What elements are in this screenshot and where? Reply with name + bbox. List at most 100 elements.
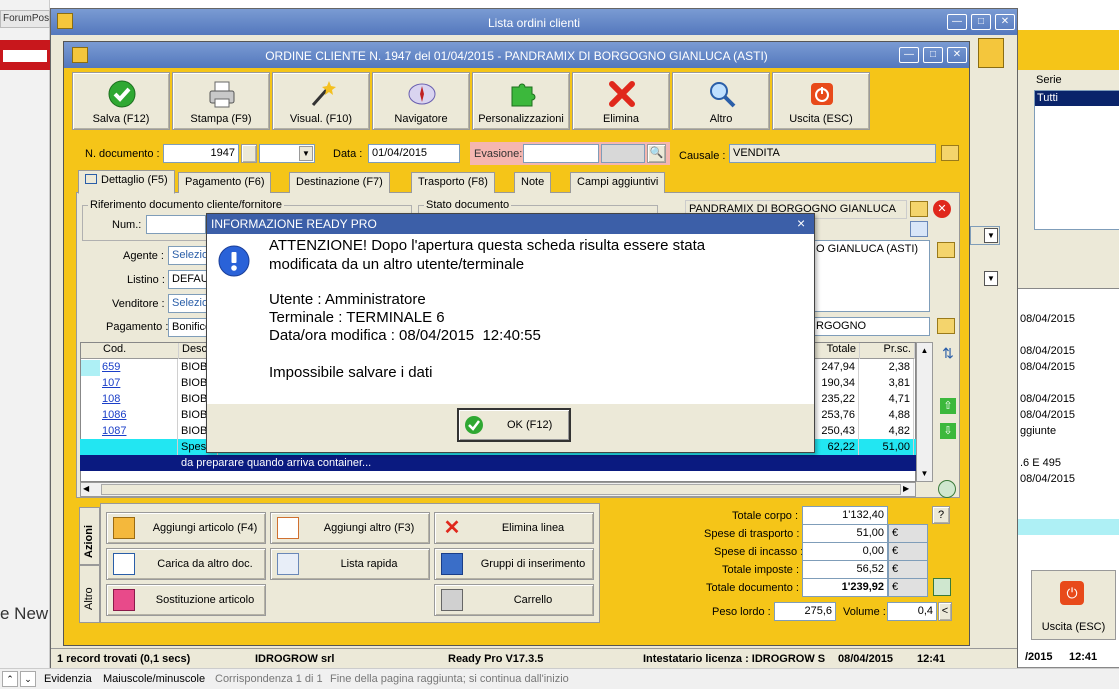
cell-prsc: 51,00 [859,439,914,455]
close-button[interactable]: ✕ [947,47,967,63]
side-tab-azioni[interactable]: Azioni [79,507,100,565]
clear-icon[interactable]: ✕ [933,200,951,218]
find-next-button[interactable]: ⌄ [20,671,36,687]
users-icon[interactable] [978,38,1004,68]
currency-cell: € [888,524,928,543]
evasione-field[interactable] [523,144,599,163]
preview-button[interactable]: Visual. (F10) [272,72,370,130]
customer-address-field[interactable]: O GIANLUCA (ASTI) [812,240,930,312]
cart-button[interactable]: Carrello [434,584,594,616]
listino-field[interactable]: DEFAU [168,270,208,289]
cell-cod[interactable]: 108 [99,391,178,407]
cell-cod[interactable]: 107 [99,375,178,391]
total-value: 1'132,40 [802,506,888,525]
header-prsc[interactable]: Pr.sc. [860,343,915,359]
delete-button[interactable]: Elimina [572,72,670,130]
navigator-label: Navigatore [394,113,448,125]
folder-icon[interactable] [937,242,955,258]
venditore-field[interactable]: Selezio [168,294,208,313]
tab-campi-aggiuntivi[interactable]: Campi aggiuntivi [570,172,666,193]
insert-groups-button[interactable]: Gruppi di inserimento [434,548,594,580]
header-cod[interactable]: Cod. [100,343,179,359]
side-tab-altro[interactable]: Altro [79,565,100,623]
find-match-case[interactable]: Maiuscole/minuscole [103,673,205,685]
n-documento-field[interactable]: 1947 [163,144,239,163]
evasione-field-2[interactable] [601,144,645,163]
folder-icon[interactable] [937,318,955,334]
find-highlight[interactable]: Evidenzia [44,673,92,685]
person-icon[interactable] [910,221,928,237]
evasione-search-icon[interactable]: 🔍 [647,144,666,163]
refresh-icon[interactable] [938,480,956,498]
arrow-down-icon[interactable]: ⇩ [940,423,956,439]
background-exit-button[interactable]: ⏻ Uscita (ESC) [1031,570,1116,640]
minimize-button[interactable]: — [899,47,919,63]
tab-note[interactable]: Note [514,172,552,193]
chevron-down-icon[interactable]: ▼ [984,228,998,243]
load-from-doc-button[interactable]: Carica da altro doc. [106,548,266,580]
n-documento-aux[interactable] [241,144,257,163]
status-time: 12:41 [917,653,946,665]
maximize-button[interactable]: □ [923,47,943,63]
print-button[interactable]: Stampa (F9) [172,72,270,130]
tab-trasporto[interactable]: Trasporto (F8) [411,172,495,193]
cell-cod[interactable]: 1086 [99,407,178,423]
folder-icon[interactable] [941,145,959,161]
cell-cod[interactable] [99,439,178,455]
total-label: Totale imposte : [722,564,800,576]
num-field[interactable] [146,215,206,234]
num-label: Num.: [112,219,142,231]
save-button[interactable]: Salva (F12) [72,72,170,130]
arrow-up-icon[interactable]: ⇧ [940,398,956,414]
peso-lordo-field[interactable]: 275,6 [774,602,836,621]
quick-list-button[interactable]: Lista rapida [270,548,430,580]
delete-line-button[interactable]: ✕ Elimina linea [434,512,594,544]
tab-pagamento[interactable]: Pagamento (F6) [178,172,272,193]
more-button[interactable]: Altro [672,72,770,130]
navigator-button[interactable]: Navigatore [372,72,470,130]
browser-white-box [3,50,47,62]
causale-field[interactable]: VENDITA [729,144,936,163]
grid-hscrollbar[interactable]: ◀ ▶ [80,482,916,497]
help-button[interactable]: ? [932,506,950,524]
tab-dettaglio[interactable]: Dettaglio (F5) [78,170,175,194]
chevron-down-icon[interactable]: ▼ [299,146,313,161]
add-other-button[interactable]: Aggiungi altro (F3) [270,512,430,544]
volume-field[interactable]: 0,4 [887,602,937,621]
cell-cod[interactable]: 659 [99,359,178,375]
exit-button[interactable]: Uscita (ESC) [772,72,870,130]
serie-selected[interactable]: Tutti [1035,91,1119,106]
minimize-button[interactable]: — [947,14,967,30]
tab-icon [85,174,97,184]
ok-button[interactable]: OK (F12) [457,408,571,442]
grid-vscrollbar[interactable]: ▲ ▼ [916,342,933,482]
chevron-left-icon[interactable]: ◀ [83,484,89,493]
browser-strip: ForumPos e New [0,0,50,689]
tab-destinazione[interactable]: Destinazione (F7) [289,172,390,193]
replace-article-button[interactable]: Sostituzione articolo [106,584,266,616]
move-top-icon[interactable]: ⇅ [940,345,956,361]
add-article-button[interactable]: Aggiungi articolo (F4) [106,512,266,544]
dialog-close-button[interactable]: × [797,215,805,231]
close-button[interactable]: ✕ [995,14,1015,30]
cell-prsc: 4,88 [859,407,914,423]
data-field[interactable]: 01/04/2015 [368,144,460,163]
chevron-right-icon[interactable]: ▶ [903,484,909,493]
browser-tab[interactable]: ForumPos [0,10,50,28]
serie-list[interactable]: Tutti [1034,90,1119,230]
chevron-down-icon[interactable]: ▼ [984,271,998,286]
pagamento-field[interactable]: Bonifico [168,318,208,337]
find-prev-button[interactable]: ⌃ [2,671,18,687]
chevron-up-icon[interactable]: ▲ [918,344,931,357]
chevron-down-icon[interactable]: ▼ [918,467,931,480]
cell-cod[interactable]: 1087 [99,423,178,439]
customize-button[interactable]: Personalizzazioni [472,72,570,130]
maximize-button[interactable]: □ [971,14,991,30]
table-row-note[interactable]: da preparare quando arriva container... [80,455,916,471]
calc-search-icon[interactable] [933,578,951,596]
scroll-thumb[interactable] [101,484,901,495]
volume-button[interactable]: < [938,602,952,621]
agente-field[interactable]: Selezio [168,246,208,265]
destination-field[interactable]: RGOGNO [812,317,930,336]
folder-icon[interactable] [910,201,928,217]
